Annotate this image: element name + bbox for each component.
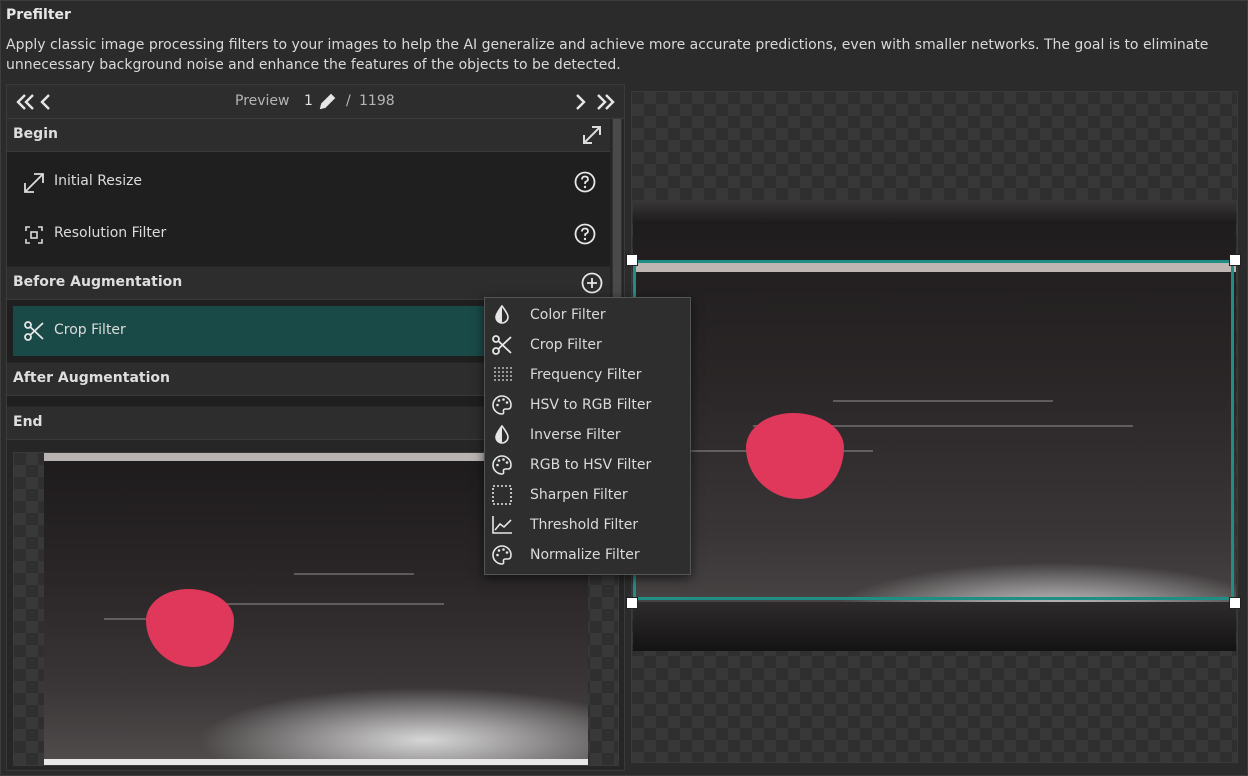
scissors-icon	[491, 335, 513, 355]
crop-handle-bottom-right[interactable]	[1229, 597, 1241, 609]
scissors-icon	[23, 320, 45, 346]
page-number[interactable]: 1	[304, 93, 313, 109]
photo-top-band	[633, 200, 1236, 224]
drop-icon	[491, 424, 513, 445]
menu-item-label: HSV to RGB Filter	[530, 397, 652, 413]
chevron-right-icon	[576, 94, 586, 110]
photo-edge	[44, 759, 588, 765]
filter-label: Resolution Filter	[54, 225, 167, 241]
next-page-button[interactable]	[573, 92, 595, 112]
palette-icon	[491, 455, 513, 475]
drop-icon	[491, 304, 513, 325]
preview-navigation: Preview 1 / 1198	[7, 85, 624, 119]
page-description: Apply classic image processing filters t…	[6, 37, 1209, 73]
photo-bottom-band	[633, 602, 1236, 651]
filter-row-initial-resize[interactable]: Initial Resize	[7, 159, 610, 205]
section-begin-body: Initial Resize Resolution Filter	[7, 152, 610, 266]
total-pages: 1198	[359, 93, 395, 109]
menu-item-inverse-filter[interactable]: Inverse Filter	[485, 420, 690, 450]
section-before-augmentation-label: Before Augmentation	[13, 274, 183, 290]
menu-item-rgb-to-hsv-filter[interactable]: RGB to HSV Filter	[485, 450, 690, 480]
pencil-icon	[319, 93, 336, 110]
resize-icon	[23, 172, 45, 198]
section-end-label: End	[13, 414, 43, 430]
section-after-augmentation-label: After Augmentation	[13, 370, 170, 386]
add-filter-menu: Color Filter Crop Filter Frequency Filte…	[484, 297, 691, 575]
menu-item-label: Normalize Filter	[530, 547, 640, 563]
expand-icon	[583, 126, 601, 144]
menu-item-label: Crop Filter	[530, 337, 602, 353]
first-page-button[interactable]	[15, 92, 37, 112]
chevron-left-icon	[40, 94, 50, 110]
detected-object	[146, 589, 234, 667]
section-begin: Begin	[7, 119, 610, 152]
double-chevron-left-icon	[16, 94, 34, 110]
page-title: Prefilter	[6, 7, 71, 23]
grid-dots-icon	[491, 365, 513, 385]
photo-streak	[224, 603, 444, 605]
crop-handle-top-right[interactable]	[1229, 254, 1241, 266]
palette-icon	[491, 395, 513, 415]
plus-circle-icon	[581, 272, 603, 294]
crop-handle-bottom-left[interactable]	[626, 597, 638, 609]
menu-item-normalize-filter[interactable]: Normalize Filter	[485, 540, 690, 570]
section-before-augmentation: Before Augmentation	[7, 267, 610, 300]
resolution-icon	[23, 224, 45, 250]
page-separator: /	[346, 93, 351, 109]
menu-item-label: Threshold Filter	[530, 517, 639, 533]
prev-page-button[interactable]	[39, 92, 61, 112]
crop-handle-top-left[interactable]	[626, 254, 638, 266]
photo-streak	[294, 573, 414, 575]
filter-label: Initial Resize	[54, 173, 143, 189]
help-button[interactable]	[574, 223, 596, 249]
menu-item-hsv-to-rgb-filter[interactable]: HSV to RGB Filter	[485, 390, 690, 420]
dashed-square-icon	[491, 485, 513, 505]
menu-item-label: Frequency Filter	[530, 367, 642, 383]
menu-item-threshold-filter[interactable]: Threshold Filter	[485, 510, 690, 540]
menu-item-frequency-filter[interactable]: Frequency Filter	[485, 360, 690, 390]
crop-editor-canvas[interactable]	[626, 91, 1241, 763]
menu-item-label: Color Filter	[530, 307, 606, 323]
expand-button[interactable]	[580, 123, 604, 151]
menu-item-label: RGB to HSV Filter	[530, 457, 652, 473]
menu-item-sharpen-filter[interactable]: Sharpen Filter	[485, 480, 690, 510]
line-chart-icon	[491, 515, 513, 535]
help-icon	[574, 171, 596, 193]
add-filter-button[interactable]	[580, 271, 604, 299]
preview-label: Preview	[235, 93, 290, 109]
menu-item-color-filter[interactable]: Color Filter	[485, 300, 690, 330]
section-begin-label: Begin	[13, 126, 58, 142]
filter-row-resolution[interactable]: Resolution Filter	[7, 211, 610, 257]
help-icon	[574, 223, 596, 245]
palette-icon	[491, 545, 513, 565]
edit-page-button[interactable]	[318, 91, 338, 115]
menu-item-label: Inverse Filter	[530, 427, 621, 443]
help-button[interactable]	[574, 171, 596, 197]
filter-label: Crop Filter	[54, 322, 126, 338]
menu-item-label: Sharpen Filter	[530, 487, 628, 503]
menu-item-crop-filter[interactable]: Crop Filter	[485, 330, 690, 360]
double-chevron-right-icon	[597, 94, 615, 110]
crop-selection-box[interactable]	[633, 260, 1234, 600]
last-page-button[interactable]	[594, 92, 616, 112]
